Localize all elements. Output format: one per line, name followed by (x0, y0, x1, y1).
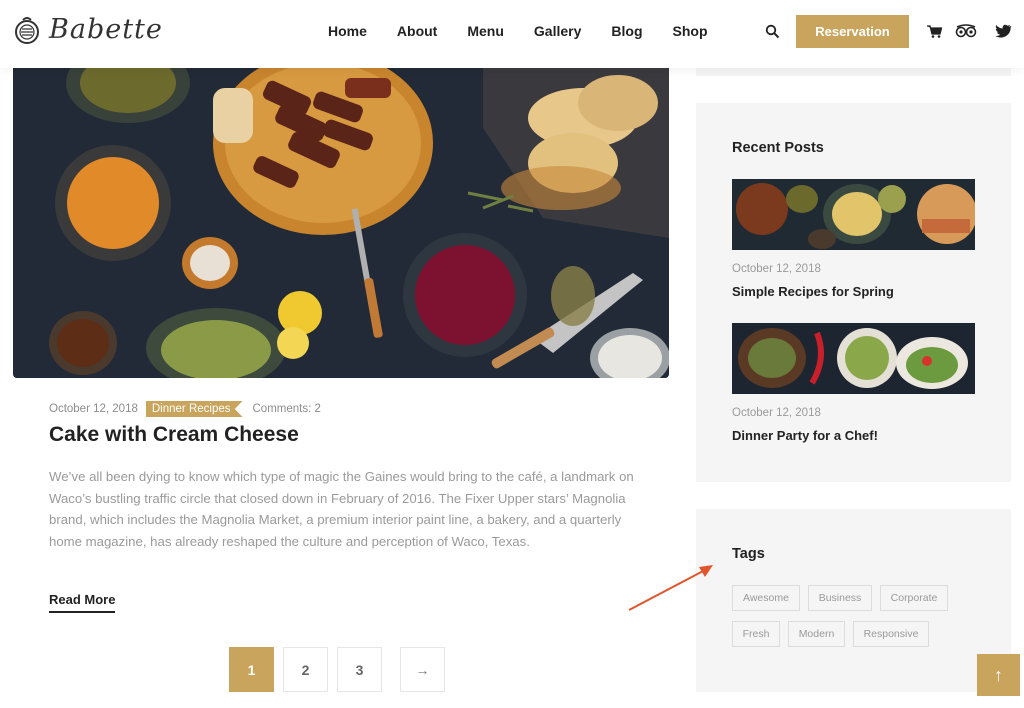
main-nav: Home About Menu Gallery Blog Shop (328, 23, 738, 39)
cart-icon[interactable] (926, 23, 943, 39)
sidebar-widget-top (696, 68, 1011, 76)
tags-widget: Tags Awesome Business Corporate Fresh Mo… (696, 509, 1011, 692)
tags-title: Tags (732, 546, 765, 562)
post-title[interactable]: Cake with Cream Cheese (49, 423, 299, 447)
recent-post-title[interactable]: Simple Recipes for Spring (732, 284, 894, 299)
page-1-button[interactable]: 1 (229, 647, 274, 692)
back-to-top-button[interactable]: ↑ (977, 654, 1020, 696)
recent-post-title[interactable]: Dinner Party for a Chef! (732, 428, 878, 443)
recent-post-image-1 (732, 179, 975, 250)
recent-post-thumbnail[interactable] (732, 323, 975, 394)
recent-post-thumbnail[interactable] (732, 179, 975, 250)
tripadvisor-icon[interactable] (955, 23, 977, 39)
comments-count[interactable]: Comments: 2 (253, 403, 321, 415)
post-excerpt: We’ve all been dying to know which type … (49, 469, 634, 550)
recent-posts-title: Recent Posts (732, 140, 824, 156)
post-date[interactable]: October 12, 2018 (49, 403, 138, 415)
search-icon[interactable] (765, 24, 780, 39)
site-header: Babette Home About Menu Gallery Blog Sho… (0, 0, 1024, 68)
twitter-icon[interactable] (995, 23, 1012, 39)
nav-gallery[interactable]: Gallery (534, 23, 581, 39)
recent-post-image-2 (732, 323, 975, 394)
category-badge[interactable]: Dinner Recipes (145, 401, 243, 417)
tag-fresh[interactable]: Fresh (732, 621, 780, 647)
tag-responsive[interactable]: Responsive (853, 621, 929, 647)
reservation-button[interactable]: Reservation (796, 15, 909, 48)
tag-modern[interactable]: Modern (788, 621, 845, 647)
food-photo (13, 68, 669, 378)
nav-shop[interactable]: Shop (673, 23, 708, 39)
annotation-arrow-icon (628, 565, 713, 611)
logo-emblem-icon (15, 16, 39, 44)
tag-awesome[interactable]: Awesome (732, 585, 800, 611)
nav-menu[interactable]: Menu (467, 23, 504, 39)
next-page-button[interactable]: → (400, 647, 445, 692)
recent-post-date: October 12, 2018 (732, 263, 821, 275)
recent-posts-widget: Recent Posts October 12, 2018 Simple Rec… (696, 103, 1011, 482)
tag-business[interactable]: Business (808, 585, 872, 611)
read-more-link[interactable]: Read More (49, 592, 116, 613)
post-meta: October 12, 2018 Dinner Recipes Comments… (49, 401, 321, 417)
nav-home[interactable]: Home (328, 23, 367, 39)
logo[interactable]: Babette (13, 14, 163, 45)
nav-blog[interactable]: Blog (611, 23, 642, 39)
post-featured-image[interactable] (13, 68, 669, 378)
recent-post-date: October 12, 2018 (732, 407, 821, 419)
nav-about[interactable]: About (397, 23, 437, 39)
tag-corporate[interactable]: Corporate (880, 585, 948, 611)
page-3-button[interactable]: 3 (337, 647, 382, 692)
logo-text: Babette (49, 14, 163, 45)
page-2-button[interactable]: 2 (283, 647, 328, 692)
arrow-up-icon: ↑ (994, 664, 1003, 685)
